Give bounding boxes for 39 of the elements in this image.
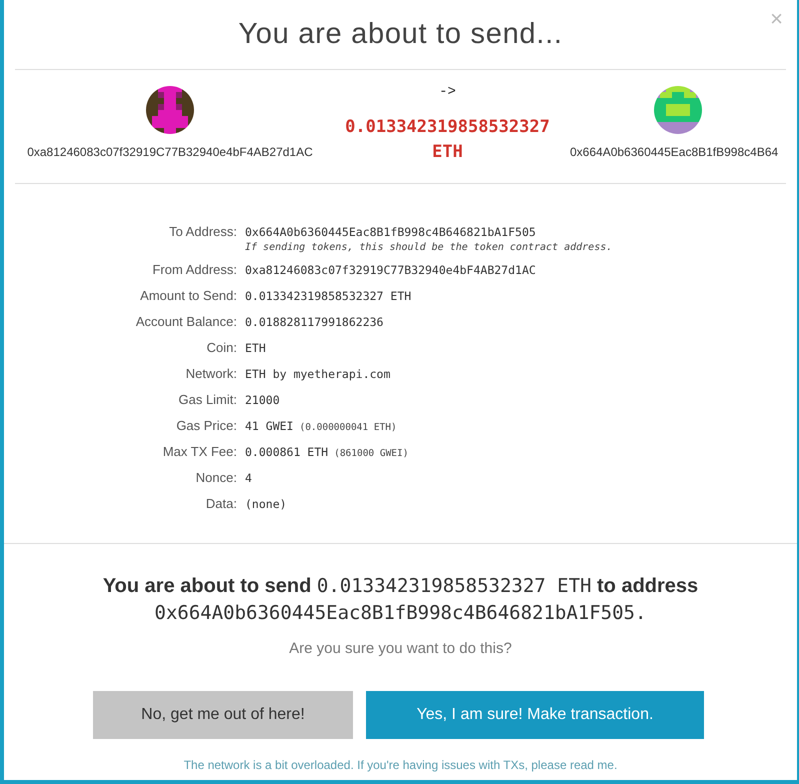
amount-text: 0.013342319858532327	[345, 116, 550, 139]
confirm-button[interactable]: Yes, I am sure! Make transaction.	[366, 690, 704, 738]
confirm-question: Are you sure you want to do this?	[288, 639, 513, 659]
to-address: 0x664A0b6360445Eac8B1fB998c4B64	[570, 144, 778, 161]
field-label: Network:	[184, 365, 238, 383]
from-address: 0xa81246083c07f32919C77B32940e4bF4AB27d1AC	[27, 144, 313, 161]
field-label: Coin:	[206, 339, 238, 357]
summary-sentence: You are about to send 0.013342319858532327 ETH to address 0x664A0b6360445Eac8B1fB998c4B646821bA1F505.	[102, 574, 700, 626]
field-value: ETH by myetherapi.com	[245, 366, 390, 383]
field-value: 0.018828117991862236	[245, 314, 384, 331]
modal-title: You are about to send...	[238, 16, 563, 52]
field-hint: If sending tokens, this should be the token contract address.	[245, 241, 612, 255]
field-label: From Address:	[151, 261, 238, 279]
field-value: 4	[245, 470, 252, 487]
field-label: Gas Limit:	[177, 391, 238, 409]
field-note: (861000 GWEI)	[334, 447, 408, 461]
cancel-button[interactable]: No, get me out of here!	[93, 690, 353, 738]
field-value: 0x664A0b6360445Eac8B1fB998c4B646821bA1F505	[245, 224, 536, 241]
field-label: Gas Price:	[175, 417, 238, 435]
field-value: 0xa81246083c07f32919C77B32940e4bF4AB27d1AC	[245, 262, 536, 279]
field-label: Account Balance:	[134, 313, 238, 331]
field-value: 0.000861 ETH	[245, 444, 328, 461]
help-link[interactable]: The network is a bit overloaded. If you're having issues with TXs, please read me.	[184, 756, 618, 774]
field-value: ETH	[245, 340, 266, 357]
amount-unit: ETH	[432, 141, 463, 164]
field-value: 41 GWEI	[245, 418, 294, 435]
field-label: Data:	[204, 495, 238, 513]
field-label: Nonce:	[194, 469, 238, 487]
identicon-icon	[654, 86, 702, 134]
field-label: Max TX Fee:	[162, 443, 238, 461]
close-button[interactable]: ×	[770, 8, 783, 30]
field-value: 21000	[245, 392, 280, 409]
field-value: 0.013342319858532327 ETH	[245, 288, 412, 305]
field-value: (none)	[245, 496, 287, 513]
field-label: To Address:	[168, 223, 238, 241]
field-label: Amount to Send:	[139, 287, 238, 305]
field-note: (0.000000041 ETH)	[299, 421, 397, 435]
identicon-icon	[146, 86, 194, 134]
arrow-text: ->	[439, 83, 456, 102]
